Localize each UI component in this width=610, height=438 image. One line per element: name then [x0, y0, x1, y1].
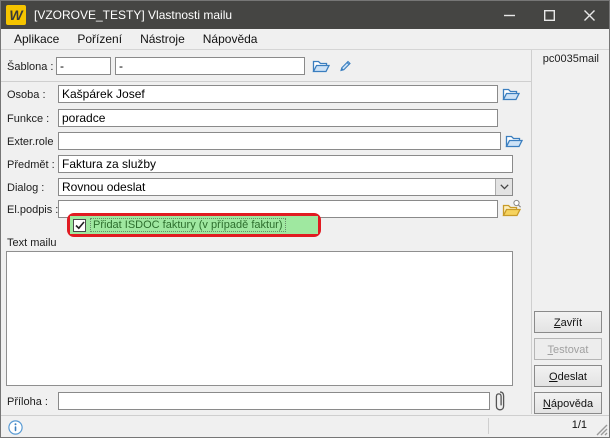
priloha-attach-button[interactable]	[493, 389, 507, 413]
maximize-button[interactable]	[529, 1, 569, 29]
chevron-down-icon	[500, 184, 509, 190]
pencil-icon	[337, 58, 353, 74]
sablona-name-input[interactable]	[115, 57, 305, 75]
el-podpis-label: El.podpis :	[7, 204, 58, 216]
funkce-label: Funkce :	[7, 113, 49, 125]
menu-nastroje[interactable]: Nástroje	[131, 30, 194, 48]
funkce-input[interactable]	[58, 109, 498, 127]
sablona-open-button[interactable]	[311, 57, 331, 75]
osoba-input[interactable]	[58, 85, 498, 103]
zavrit-button[interactable]: Zavřít	[534, 311, 602, 333]
status-bar: 1/1	[1, 415, 609, 437]
sablona-code-input[interactable]	[56, 57, 111, 75]
dialog-selected-value: Rovnou odeslat	[62, 180, 145, 194]
checkmark-icon	[75, 221, 85, 230]
page-indicator: 1/1	[572, 419, 587, 431]
menu-aplikace[interactable]: Aplikace	[5, 30, 68, 48]
priloha-input[interactable]	[58, 392, 490, 410]
window-title: [VZOROVE_TESTY] Vlastnosti mailu	[34, 8, 232, 22]
menu-porizeni[interactable]: Pořízení	[68, 30, 131, 48]
isdoc-checkbox[interactable]	[73, 219, 86, 232]
minimize-icon	[504, 10, 515, 21]
el-podpis-browse-button[interactable]	[501, 198, 522, 218]
dialog-label: Dialog :	[7, 182, 44, 194]
close-icon	[584, 10, 595, 21]
open-folder-icon	[502, 86, 520, 102]
menubar: Aplikace Pořízení Nástroje Nápověda	[1, 29, 609, 50]
folder-search-icon	[502, 199, 522, 218]
dialog-dropdown-button[interactable]	[495, 179, 512, 195]
osoba-open-button[interactable]	[501, 85, 521, 103]
priloha-label: Příloha :	[7, 396, 48, 408]
text-mailu-label: Text mailu	[7, 237, 57, 249]
predmet-label: Předmět :	[7, 159, 55, 171]
isdoc-checkbox-label: Přidat ISDOC faktury (v případě faktur)	[90, 218, 286, 232]
predmet-input[interactable]	[58, 155, 513, 173]
close-button[interactable]	[569, 1, 609, 29]
info-icon	[8, 420, 23, 435]
osoba-label: Osoba :	[7, 89, 46, 101]
testovat-button[interactable]: Testovat	[534, 338, 602, 360]
status-info-button[interactable]	[7, 419, 23, 435]
maximize-icon	[544, 10, 555, 21]
annotation-highlight-box: Přidat ISDOC faktury (v případě faktur)	[67, 213, 321, 237]
sablona-edit-button[interactable]	[335, 57, 355, 75]
exter-role-label: Exter.role	[7, 136, 53, 148]
resize-grip[interactable]	[596, 424, 608, 436]
open-folder-icon	[505, 133, 523, 149]
napoveda-button[interactable]: Nápověda	[534, 392, 602, 414]
open-folder-icon	[312, 58, 330, 74]
exter-role-input[interactable]	[58, 132, 501, 150]
sablona-label: Šablona :	[7, 61, 53, 73]
minimize-button[interactable]	[489, 1, 529, 29]
mail-properties-dialog: W [VZOROVE_TESTY] Vlastnosti mailu Aplik…	[0, 0, 610, 438]
text-mailu-textarea[interactable]	[6, 251, 513, 386]
odeslat-button[interactable]: Odeslat	[534, 365, 602, 387]
status-separator	[488, 418, 489, 434]
menu-napoveda[interactable]: Nápověda	[194, 30, 267, 48]
exter-role-open-button[interactable]	[504, 132, 524, 150]
isdoc-checkbox-row[interactable]: Přidat ISDOC faktury (v případě faktur)	[70, 216, 318, 234]
machine-name-label: pc0035mail	[543, 53, 599, 65]
app-logo: W	[6, 5, 26, 25]
section-separator	[1, 81, 531, 82]
dialog-combobox[interactable]: Rovnou odeslat	[58, 178, 513, 196]
titlebar[interactable]: W [VZOROVE_TESTY] Vlastnosti mailu	[1, 1, 609, 29]
paperclip-icon	[494, 390, 506, 412]
panel-separator	[531, 50, 532, 414]
